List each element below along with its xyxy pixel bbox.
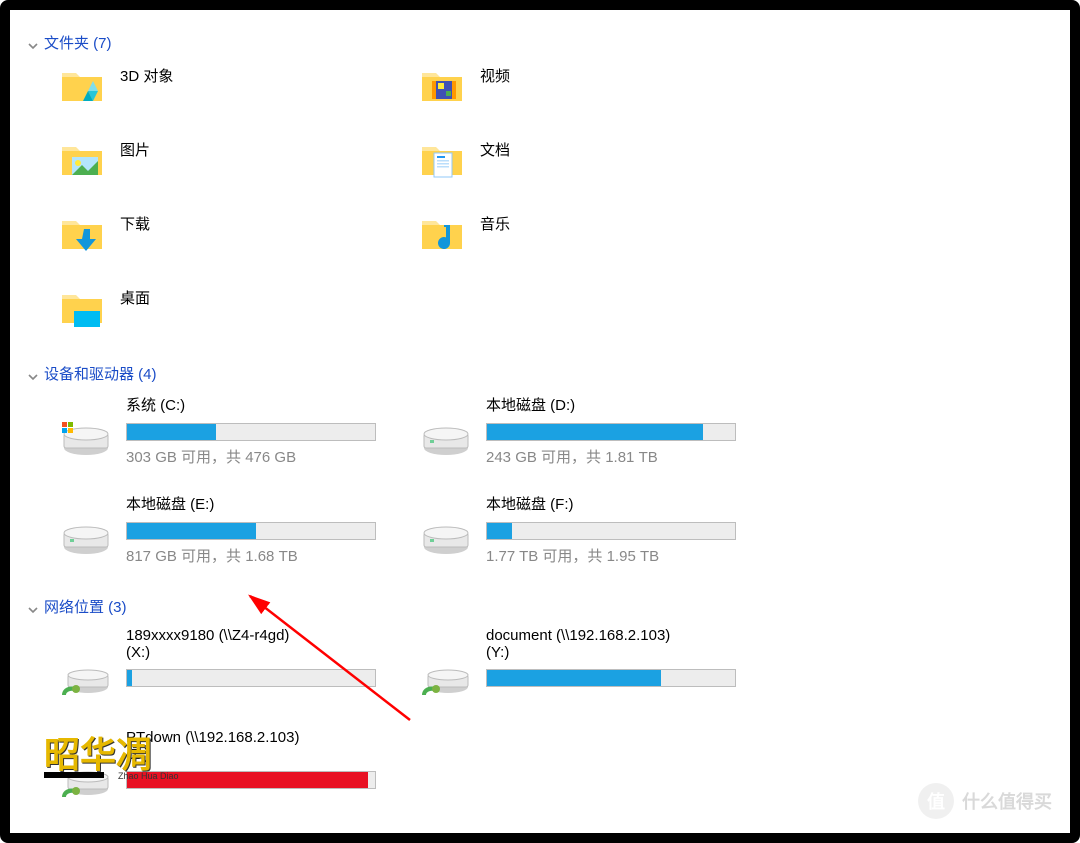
drive-name: 本地磁盘 (D:) (486, 394, 748, 415)
network-drive-name-line2: (X:) (126, 644, 388, 661)
drive-usage-bar (486, 522, 736, 540)
section-drives-title: 设备和驱动器 (4) (44, 363, 157, 384)
chevron-down-icon (28, 602, 38, 612)
folder-pictures[interactable]: 图片 (58, 137, 388, 185)
watermark-text: 什么值得买 (962, 788, 1052, 814)
drive-1[interactable]: 本地磁盘 (D:) 243 GB 可用，共 1.81 TB (418, 394, 748, 467)
drive-3[interactable]: 本地磁盘 (F:) 1.77 TB 可用，共 1.95 TB (418, 493, 748, 566)
folder-label: 3D 对象 (120, 63, 173, 86)
folder-downloads[interactable]: 下载 (58, 211, 388, 259)
explorer-view: 文件夹 (7) 3D 对象 视频 图片 (10, 10, 1070, 833)
folder-documents-icon (418, 137, 466, 185)
network-drive-name-line1: document (\\192.168.2.103) (486, 627, 748, 644)
section-drives-header[interactable]: 设备和驱动器 (4) (28, 363, 1062, 384)
drive-icon (418, 412, 474, 460)
network-drive-1[interactable]: document (\\192.168.2.103)(Y:) (418, 627, 748, 703)
folder-documents[interactable]: 文档 (418, 137, 748, 185)
folder-desktop[interactable]: 桌面 (58, 285, 388, 333)
drive-usage-bar (126, 522, 376, 540)
watermark-logo-text: 昭华凋 (44, 739, 179, 771)
folder-3d-objects[interactable]: 3D 对象 (58, 63, 388, 111)
section-network-title: 网络位置 (3) (44, 596, 127, 617)
drive-icon (58, 511, 114, 559)
drive-2[interactable]: 本地磁盘 (E:) 817 GB 可用，共 1.68 TB (58, 493, 388, 566)
folder-label: 桌面 (120, 285, 150, 308)
network-drive-0[interactable]: 189xxxx9180 (\\Z4-r4gd)(X:) (58, 627, 388, 703)
section-folders-header[interactable]: 文件夹 (7) (28, 32, 1062, 53)
drive-name: 本地磁盘 (E:) (126, 493, 388, 514)
section-folders-title: 文件夹 (7) (44, 32, 112, 53)
network-drive-name-line1: 189xxxx9180 (\\Z4-r4gd) (126, 627, 388, 644)
folder-3d-icon (58, 63, 106, 111)
drive-0[interactable]: 系统 (C:) 303 GB 可用，共 476 GB (58, 394, 388, 467)
drive-stats: 243 GB 可用，共 1.81 TB (486, 446, 748, 467)
watermark-logo: 昭华凋 Zhao Hua Diao (44, 739, 179, 781)
drive-stats: 1.77 TB 可用，共 1.95 TB (486, 545, 748, 566)
drive-icon (58, 412, 114, 460)
folder-pictures-icon (58, 137, 106, 185)
drive-stats: 817 GB 可用，共 1.68 TB (126, 545, 388, 566)
folder-videos[interactable]: 视频 (418, 63, 748, 111)
drive-icon (418, 511, 474, 559)
chevron-down-icon (28, 369, 38, 379)
network-drive-usage-bar (486, 669, 736, 687)
folder-label: 文档 (480, 137, 510, 160)
watermark-logo-sub: Zhao Hua Diao (118, 771, 179, 781)
drive-stats: 303 GB 可用，共 476 GB (126, 446, 388, 467)
network-drive-usage-bar (126, 669, 376, 687)
folder-music[interactable]: 音乐 (418, 211, 748, 259)
watermark-smzdm: 值 什么值得买 (918, 783, 1052, 819)
folder-label: 音乐 (480, 211, 510, 234)
folder-label: 图片 (120, 137, 150, 160)
folder-desktop-icon (58, 285, 106, 333)
section-network-header[interactable]: 网络位置 (3) (28, 596, 1062, 617)
network-drive-icon (418, 655, 474, 703)
folder-videos-icon (418, 63, 466, 111)
network-drive-icon (58, 655, 114, 703)
folder-label: 下载 (120, 211, 150, 234)
folders-grid: 3D 对象 视频 图片 文档 (28, 63, 1062, 359)
drives-grid: 系统 (C:) 303 GB 可用，共 476 GB 本地磁盘 (D:) 243 GB… (28, 394, 1062, 592)
network-drive-name-line2: (Y:) (486, 644, 748, 661)
folder-downloads-icon (58, 211, 106, 259)
folder-music-icon (418, 211, 466, 259)
drive-usage-bar (486, 423, 736, 441)
drive-name: 本地磁盘 (F:) (486, 493, 748, 514)
network-drives-grid: 189xxxx9180 (\\Z4-r4gd)(X:) document (\\1… (28, 627, 1062, 831)
chevron-down-icon (28, 38, 38, 48)
folder-label: 视频 (480, 63, 510, 86)
drive-usage-bar (126, 423, 376, 441)
drive-name: 系统 (C:) (126, 394, 388, 415)
watermark-badge: 值 (918, 783, 954, 819)
